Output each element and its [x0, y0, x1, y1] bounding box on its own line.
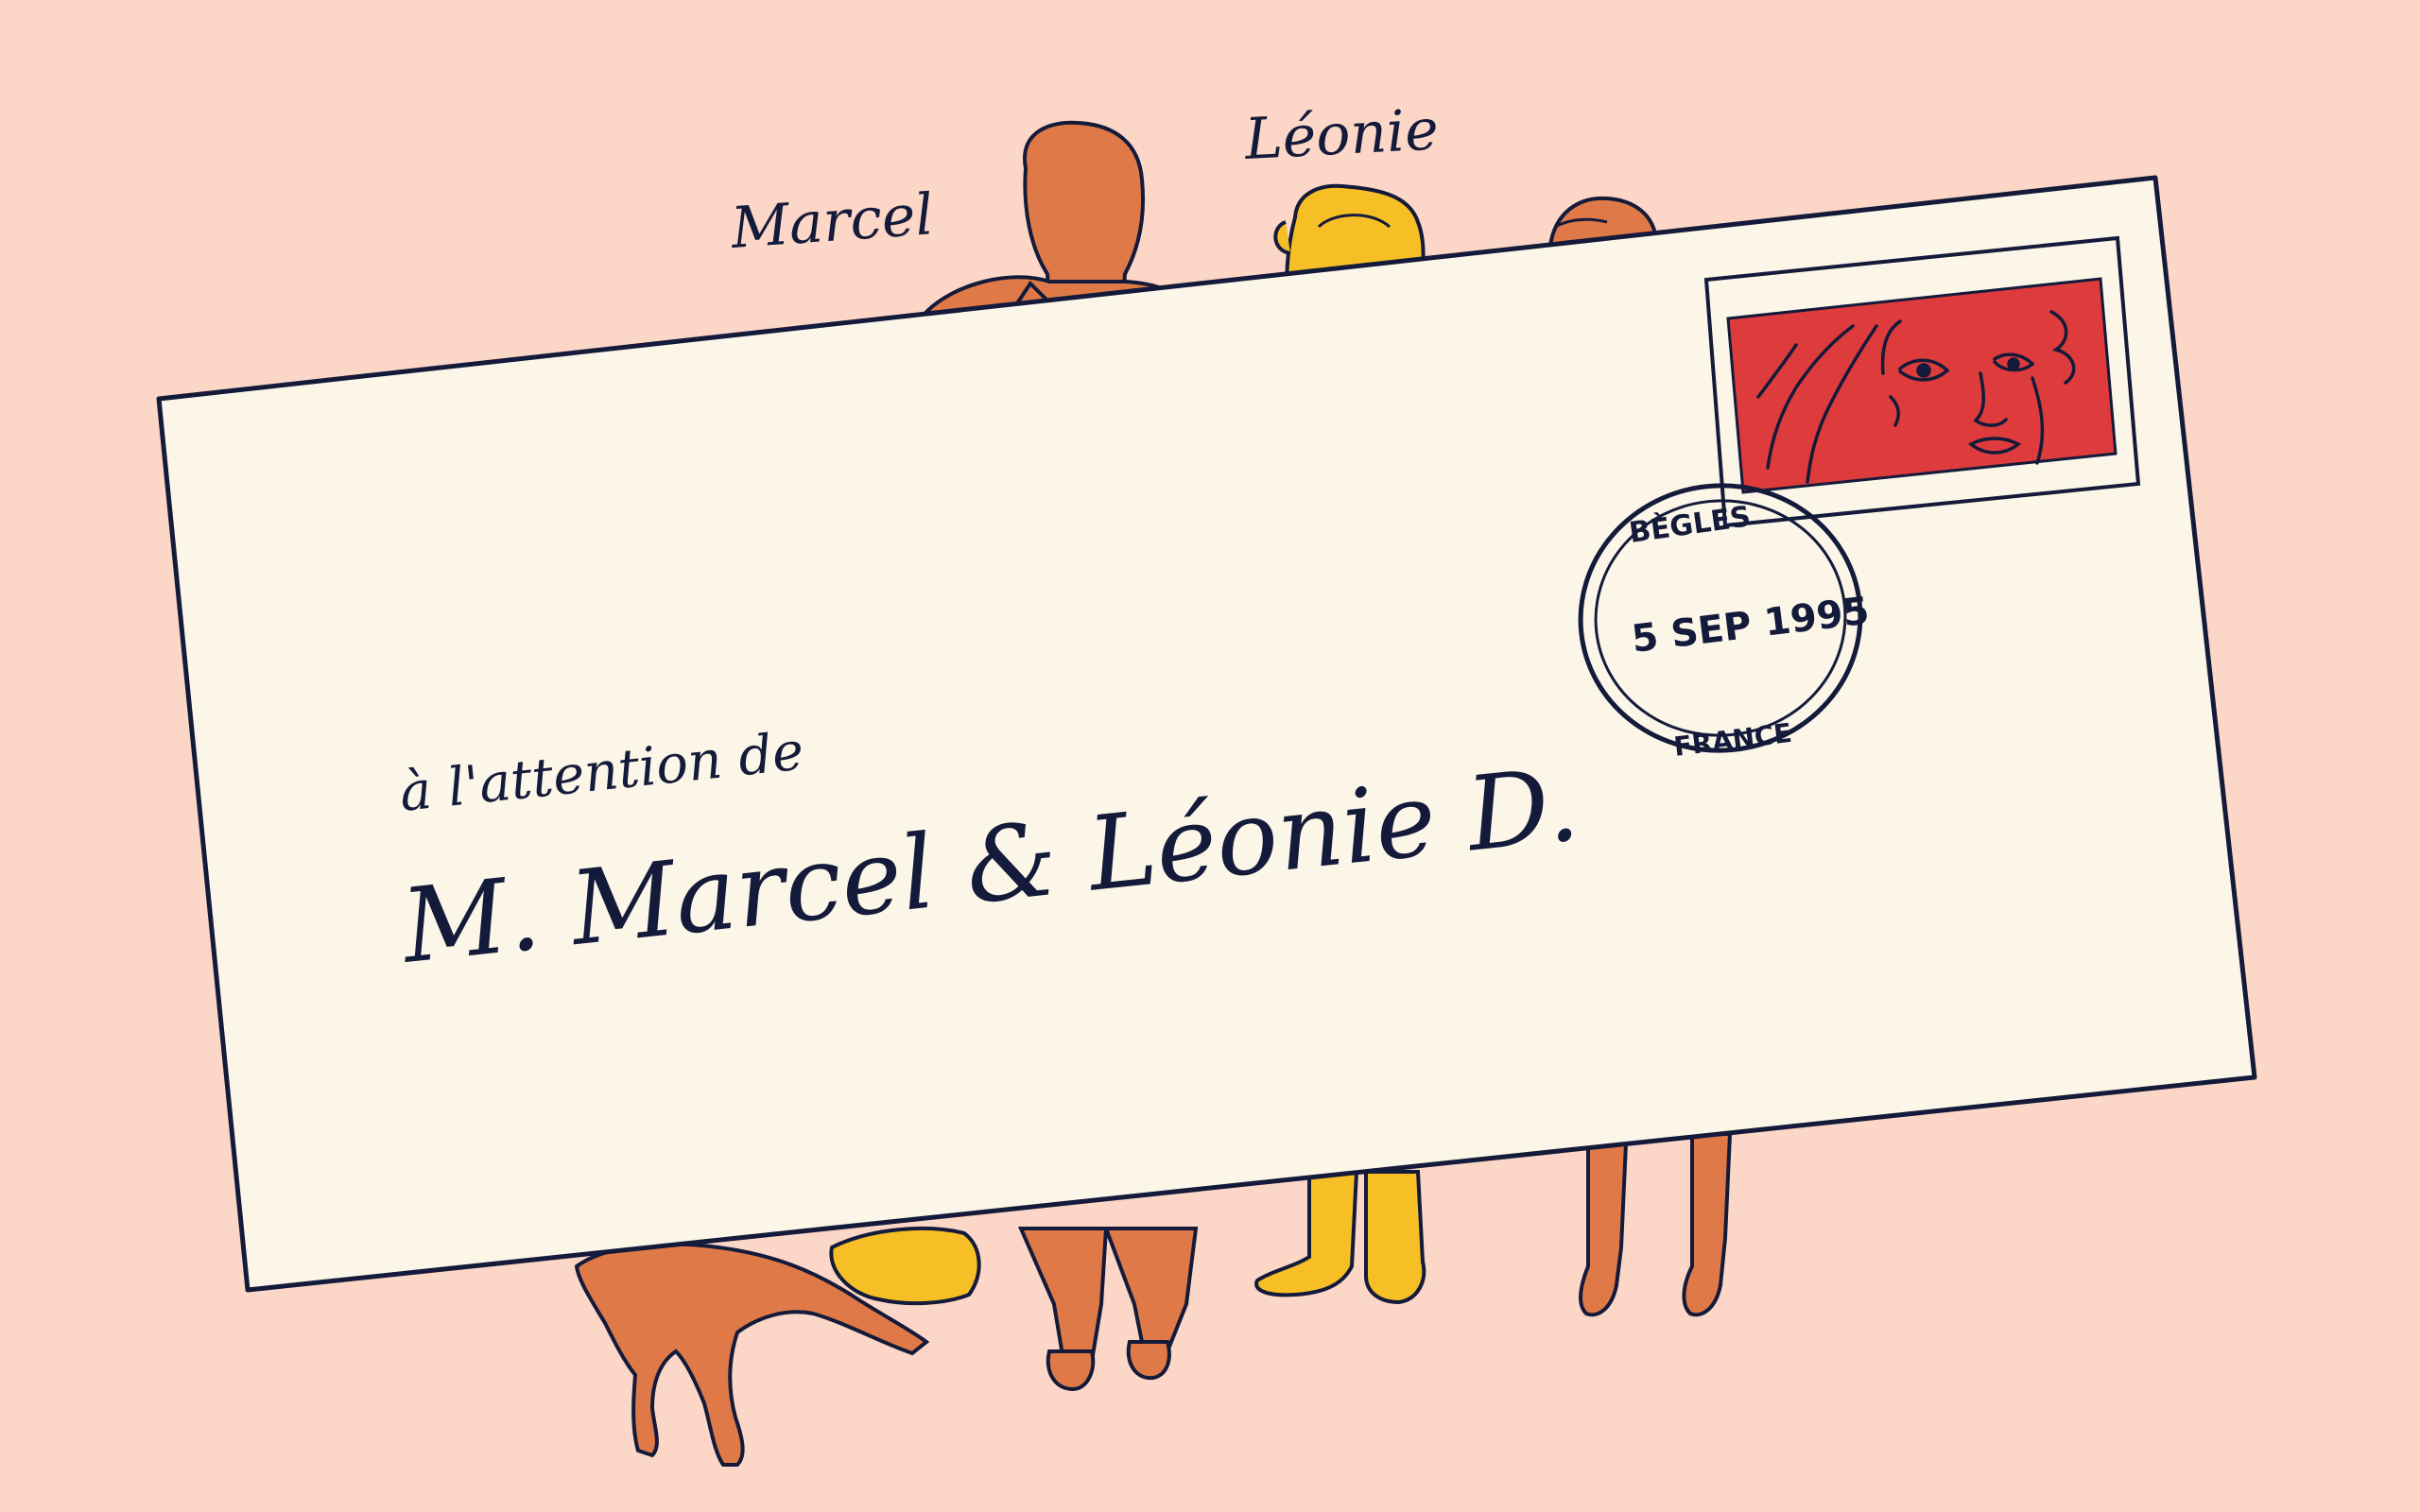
postage-stamp: [1703, 235, 2141, 528]
envelope: BÈGLES 5 SEP 1995 FRANCE à l'attention d…: [156, 175, 2257, 1293]
figure-marcel-legs: [1017, 1227, 1199, 1392]
figure-yellow-child-bottom: [829, 1227, 981, 1306]
name-label-leonie: Léonie: [1242, 96, 1440, 173]
figure-third-legs: [1579, 1132, 1733, 1317]
illustration: BÈGLES 5 SEP 1995 FRANCE à l'attention d…: [156, 96, 2257, 1467]
figure-leonie-legs: [1254, 1170, 1426, 1305]
name-label-marcel: Marcel: [728, 181, 936, 262]
